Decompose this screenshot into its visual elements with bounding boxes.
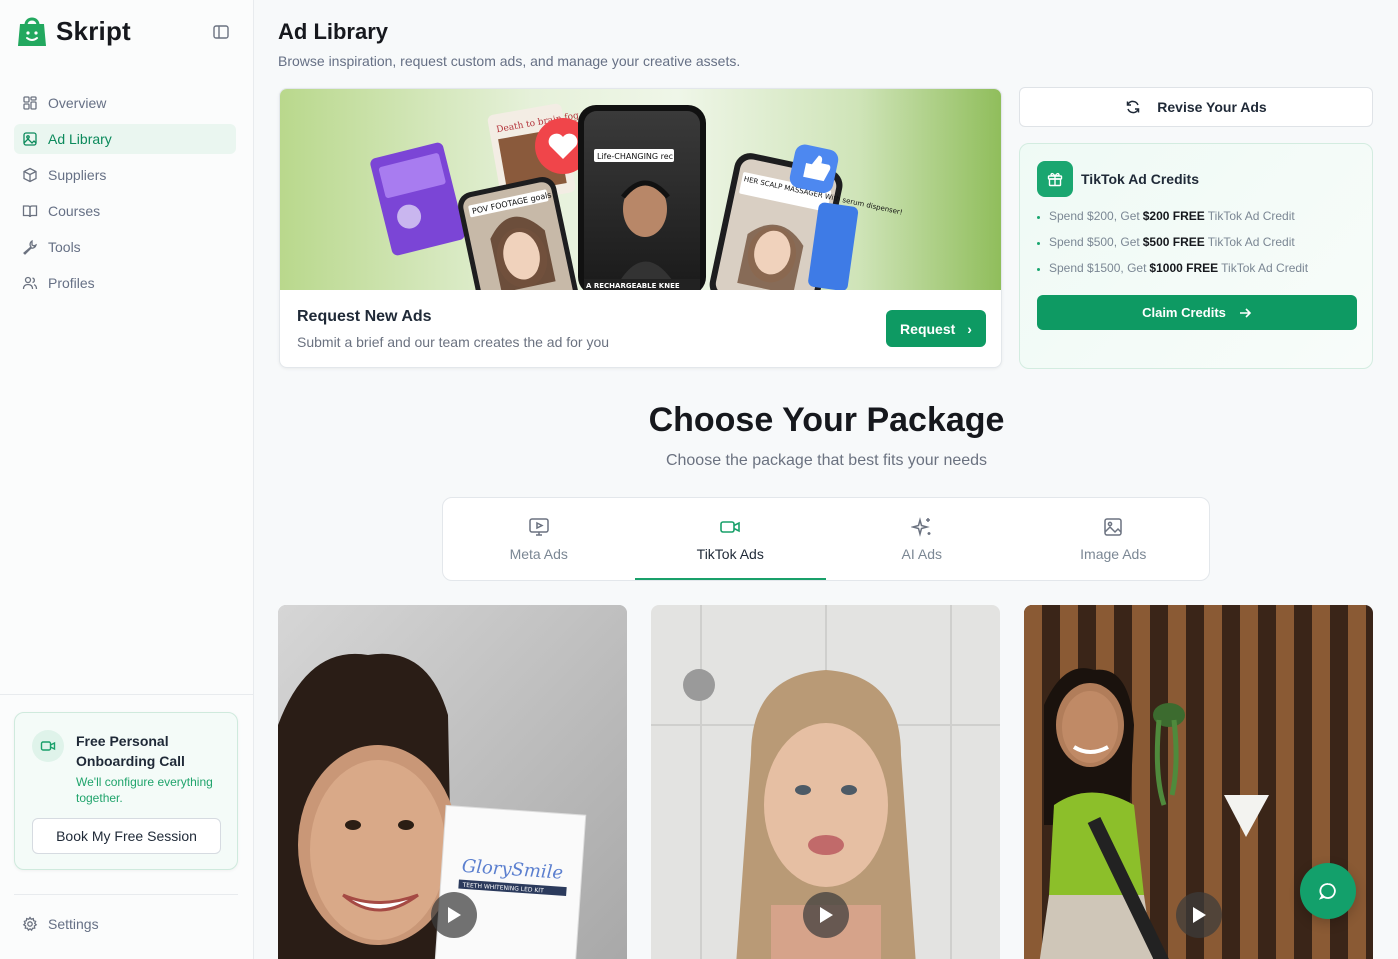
chat-button[interactable] [1300, 863, 1356, 919]
page-title: Ad Library [278, 19, 389, 44]
sidebar-item-label: Profiles [48, 275, 95, 291]
settings-label: Settings [48, 916, 99, 932]
play-button[interactable] [431, 892, 477, 938]
chat-bubble-icon [1318, 883, 1336, 900]
video-call-icon [32, 730, 64, 762]
tab-label: TikTok Ads [696, 546, 764, 562]
main-content: Ad Library Browse inspiration, request c… [255, 0, 1398, 959]
sidebar-item-label: Courses [48, 203, 101, 219]
grid-icon [23, 96, 37, 110]
play-icon [448, 907, 461, 923]
refresh-icon [1127, 100, 1140, 114]
tab-ai-ads[interactable]: AI Ads [826, 498, 1018, 580]
request-ads-title: Request New Ads [297, 308, 432, 325]
tab-image-ads[interactable]: Image Ads [1018, 498, 1210, 580]
image-icon [1104, 518, 1122, 536]
logo[interactable]: Skript [16, 14, 131, 48]
ad-examples-banner-image: Death to brain fog POV FOOTAGE goals Lif… [280, 89, 1001, 290]
monitor-play-icon [529, 518, 549, 536]
users-icon [22, 276, 38, 290]
credits-list: Spend $200, Get $200 FREE TikTok Ad Credit… [1037, 208, 1308, 286]
revise-ads-label: Revise Your Ads [1157, 99, 1267, 115]
onboarding-card: Free Personal Onboarding Call We'll conf… [14, 712, 238, 870]
video-thumbnail[interactable]: GlorySmile TEETH WHITENING LED KIT [278, 605, 627, 959]
play-button[interactable] [1176, 892, 1222, 938]
tiktok-credits-card: TikTok Ad Credits Spend $200, Get $200 FR… [1019, 143, 1373, 369]
divider [0, 694, 254, 695]
arrow-right-icon [1239, 307, 1252, 318]
banner-bottom-text: A RECHARGEABLE KNEE [586, 282, 680, 290]
video-thumbnail[interactable] [651, 605, 1000, 959]
sidebar-item-tools[interactable]: Tools [14, 232, 236, 262]
tab-meta-ads[interactable]: Meta Ads [443, 498, 635, 580]
sidebar-item-settings[interactable]: Settings [22, 916, 99, 932]
book-session-button[interactable]: Book My Free Session [32, 818, 221, 854]
onboarding-title: Free Personal Onboarding Call [76, 733, 185, 769]
sidebar-item-label: Tools [48, 239, 81, 255]
gift-icon [1037, 161, 1073, 197]
sidebar-item-ad-library[interactable]: Ad Library [14, 124, 236, 154]
revise-ads-button[interactable]: Revise Your Ads [1019, 87, 1373, 127]
divider [14, 894, 238, 895]
packages-subtitle: Choose the package that best fits your n… [665, 452, 988, 469]
request-button[interactable]: Request › [886, 310, 986, 347]
tab-label: Meta Ads [509, 546, 568, 562]
play-icon [820, 907, 833, 923]
book-icon [22, 205, 38, 218]
sidebar-item-suppliers[interactable]: Suppliers [14, 160, 236, 190]
sparkles-icon [910, 517, 931, 537]
wrench-icon [23, 239, 37, 255]
sidebar: Skript Overview Ad Library Suppliers Cou… [0, 0, 254, 959]
shopping-bag-logo-icon [18, 17, 46, 46]
claim-credits-button[interactable]: Claim Credits [1037, 295, 1357, 330]
claim-credits-label: Claim Credits [1142, 305, 1226, 320]
app-name: Skript [56, 15, 131, 46]
gear-icon [22, 916, 38, 932]
page-subtitle: Browse inspiration, request custom ads, … [278, 53, 741, 69]
sidebar-item-profiles[interactable]: Profiles [14, 268, 236, 298]
request-ads-card: Death to brain fog POV FOOTAGE goals Lif… [279, 88, 1002, 368]
request-ads-subtitle: Submit a brief and our team creates the … [297, 334, 610, 350]
package-tabs: Meta Ads TikTok Ads AI Ads Image Ads [442, 497, 1210, 581]
play-icon [1193, 907, 1206, 923]
sidebar-item-label: Ad Library [48, 131, 112, 147]
credit-tier: Spend $1500, Get $1000 FREE TikTok Ad Cred… [1037, 260, 1308, 286]
image-icon [23, 132, 37, 146]
credits-title: TikTok Ad Credits [1081, 171, 1199, 187]
tab-label: Image Ads [1080, 546, 1147, 562]
sidebar-item-label: Overview [48, 95, 107, 111]
play-button[interactable] [803, 892, 849, 938]
tab-tiktok-ads[interactable]: TikTok Ads [634, 498, 827, 580]
chevron-right-icon: › [967, 320, 972, 337]
sidebar-nav: Overview Ad Library Suppliers Courses To… [14, 88, 236, 304]
sidebar-toggle-icon[interactable] [212, 23, 230, 41]
sidebar-item-overview[interactable]: Overview [14, 88, 236, 118]
request-button-label: Request [900, 320, 956, 337]
tab-label: AI Ads [901, 546, 942, 562]
sidebar-item-courses[interactable]: Courses [14, 196, 236, 226]
video-icon [720, 521, 741, 533]
credit-tier: Spend $500, Get $500 FREE TikTok Ad Credit [1037, 234, 1308, 260]
packages-title: Choose Your Package [648, 401, 1005, 439]
credit-tier: Spend $200, Get $200 FREE TikTok Ad Credit [1037, 208, 1308, 234]
onboarding-subtitle: We'll configure everything together. [76, 775, 213, 805]
banner-phone2-text: Life-CHANGING rec [597, 152, 673, 161]
sidebar-item-label: Suppliers [48, 167, 107, 183]
box-icon [23, 167, 37, 183]
